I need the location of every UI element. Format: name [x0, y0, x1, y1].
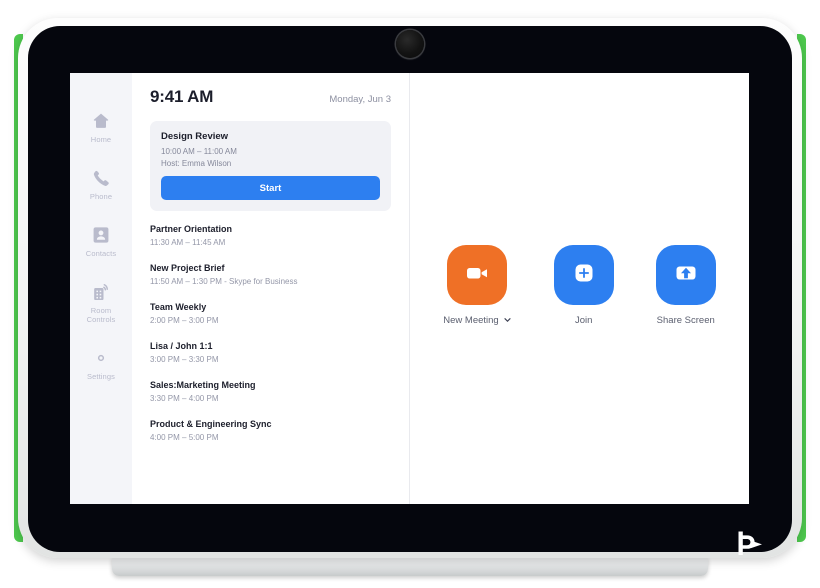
- sidebar-item-label: Contacts: [85, 249, 117, 258]
- action-label-row: Join: [575, 315, 592, 326]
- meeting-time: 10:00 AM – 11:00 AM: [161, 147, 237, 156]
- room-controls-icon: [91, 282, 111, 302]
- share-screen-button[interactable]: Share Screen: [655, 245, 716, 326]
- sidebar-item-label: Home: [90, 135, 112, 144]
- video-camera-icon: [462, 258, 492, 293]
- list-item[interactable]: Sales:Marketing Meeting 3:30 PM – 4:00 P…: [150, 380, 391, 403]
- new-meeting-button[interactable]: New Meeting: [443, 245, 511, 326]
- meeting-time: 4:00 PM – 5:00 PM: [150, 433, 219, 442]
- meeting-title: Product & Engineering Sync: [150, 419, 272, 429]
- meeting-time: 11:50 AM – 1:30 PM - Skype for Business: [150, 277, 298, 286]
- clock-time: 9:41 AM: [150, 87, 214, 106]
- list-item[interactable]: Team Weekly 2:00 PM – 3:00 PM: [150, 302, 391, 325]
- sidebar-item-room-controls[interactable]: Room Controls: [70, 282, 132, 324]
- meeting-title: Design Review: [161, 131, 229, 142]
- list-item[interactable]: Product & Engineering Sync 4:00 PM – 5:0…: [150, 419, 391, 442]
- clock-date: Monday, Jun 3: [329, 94, 391, 105]
- meeting-title: Partner Orientation: [150, 224, 233, 234]
- featured-meeting-card[interactable]: Design Review 10:00 AM – 11:00 AM Host: …: [150, 121, 391, 211]
- home-icon: [91, 111, 111, 131]
- chevron-down-icon[interactable]: [503, 316, 512, 325]
- agenda-panel: 9:41 AM Monday, Jun 3 Design Review 10:0…: [132, 73, 410, 504]
- sidebar-item-label: Phone: [89, 192, 113, 201]
- meeting-time: 2:00 PM – 3:00 PM: [150, 316, 219, 325]
- meeting-title: Team Weekly: [150, 302, 207, 312]
- poly-logo: [731, 527, 765, 561]
- meeting-time: 3:30 PM – 4:00 PM: [150, 394, 219, 403]
- meeting-title: Sales:Marketing Meeting: [150, 380, 256, 390]
- meeting-host: Host: Emma Wilson: [161, 159, 232, 168]
- sidebar-item-phone[interactable]: Phone: [70, 168, 132, 201]
- join-tile[interactable]: [553, 245, 614, 305]
- meeting-time: 3:00 PM – 3:30 PM: [150, 355, 219, 364]
- list-item[interactable]: New Project Brief 11:50 AM – 1:30 PM - S…: [150, 263, 391, 286]
- quick-actions-panel: New Meeting Join Share Screen: [410, 73, 749, 504]
- agenda-header: 9:41 AM Monday, Jun 3: [150, 87, 391, 107]
- share-screen-label: Share Screen: [656, 315, 715, 326]
- touch-screen: Home Phone Contacts Room Controls Settin…: [70, 73, 749, 504]
- contacts-icon: [91, 225, 111, 245]
- start-meeting-button[interactable]: Start: [161, 176, 380, 200]
- sidebar-item-label: Room Controls: [86, 306, 116, 324]
- join-button[interactable]: Join: [553, 245, 614, 326]
- share-screen-arrow-icon: [671, 258, 701, 293]
- list-item[interactable]: Partner Orientation 11:30 AM – 11:45 AM: [150, 224, 391, 247]
- sidebar-item-home[interactable]: Home: [70, 111, 132, 144]
- action-label-row: Share Screen: [657, 315, 715, 326]
- gear-icon: [91, 348, 111, 368]
- join-label: Join: [575, 315, 593, 326]
- action-label-row: New Meeting: [443, 315, 511, 326]
- device-stage: Home Phone Contacts Room Controls Settin…: [0, 0, 820, 588]
- list-item[interactable]: Lisa / John 1:1 3:00 PM – 3:30 PM: [150, 341, 391, 364]
- sidebar-item-settings[interactable]: Settings: [70, 348, 132, 381]
- sidebar-nav: Home Phone Contacts Room Controls Settin…: [70, 73, 132, 504]
- plus-square-icon: [569, 258, 599, 293]
- new-meeting-label: New Meeting: [443, 315, 499, 326]
- new-meeting-tile[interactable]: [447, 245, 508, 305]
- camera-icon: [396, 30, 424, 58]
- device-base-stand: [112, 556, 708, 576]
- meeting-title: New Project Brief: [150, 263, 225, 273]
- share-screen-tile[interactable]: [655, 245, 716, 305]
- meeting-time: 11:30 AM – 11:45 AM: [150, 238, 226, 247]
- phone-icon: [91, 168, 111, 188]
- meeting-title: Lisa / John 1:1: [150, 341, 213, 351]
- sidebar-item-label: Settings: [87, 372, 115, 381]
- sidebar-item-contacts[interactable]: Contacts: [70, 225, 132, 258]
